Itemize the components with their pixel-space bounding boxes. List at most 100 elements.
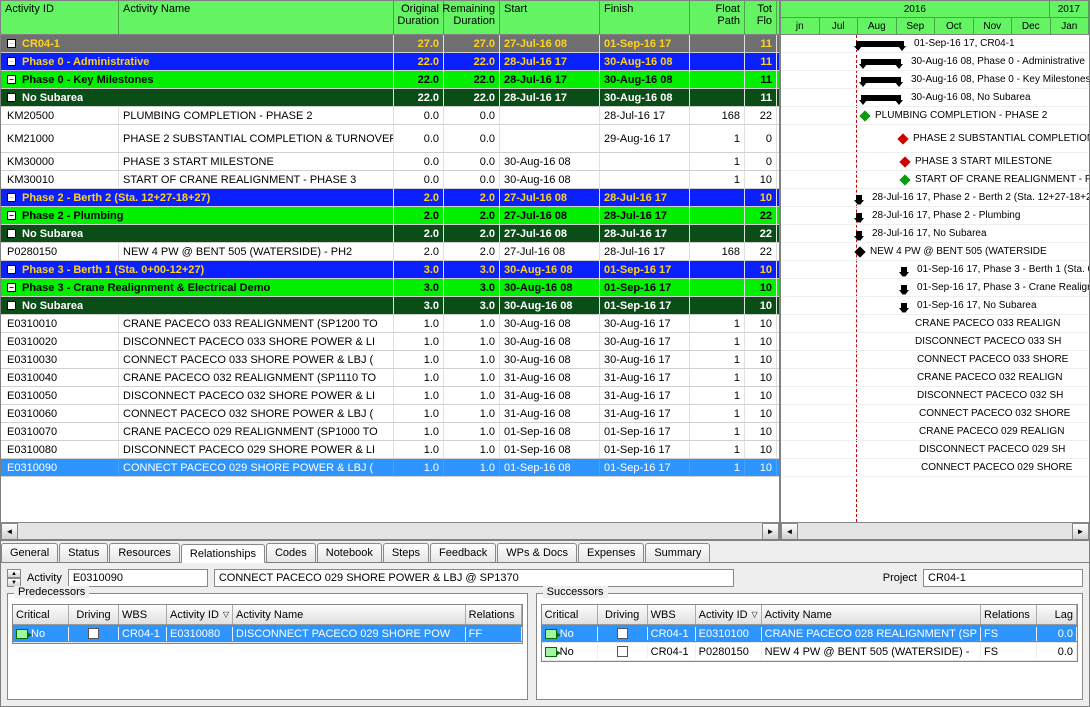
summary-band[interactable]: −Phase 2 - Plumbing2.02.027-Jul-16 0828-… (1, 207, 779, 225)
gantt-row[interactable]: START OF CRANE REALIGNMENT - P (781, 171, 1089, 189)
col-driving[interactable]: Driving (598, 605, 648, 624)
collapse-toggle[interactable]: − (7, 301, 16, 310)
collapse-toggle[interactable]: − (7, 229, 16, 238)
col-activity-id[interactable]: Activity ID▽ (167, 605, 233, 624)
col-driving[interactable]: Driving (69, 605, 119, 624)
tab-resources[interactable]: Resources (109, 543, 180, 562)
activity-row[interactable]: E0310020DISCONNECT PACECO 033 SHORE POWE… (1, 333, 779, 351)
activity-row[interactable]: E0310090CONNECT PACECO 029 SHORE POWER &… (1, 459, 779, 477)
gantt-row[interactable]: DISCONNECT PACECO 029 SH (781, 441, 1089, 459)
col-critical[interactable]: Critical (13, 605, 69, 624)
gantt-row[interactable]: 01-Sep-16 17, Phase 3 - Berth 1 (Sta. 0 (781, 261, 1089, 279)
summary-band[interactable]: −Phase 0 - Administrative22.022.028-Jul-… (1, 53, 779, 71)
collapse-toggle[interactable]: − (7, 283, 16, 292)
gantt-row[interactable]: 30-Aug-16 08, Phase 0 - Administrative (781, 53, 1089, 71)
collapse-toggle[interactable]: − (7, 93, 16, 102)
tab-summary[interactable]: Summary (645, 543, 710, 562)
col-wbs[interactable]: WBS (119, 605, 167, 624)
scroll-left-button[interactable]: ◄ (781, 523, 798, 540)
collapse-toggle[interactable]: − (7, 57, 16, 66)
gantt-row[interactable]: 01-Sep-16 17, No Subarea (781, 297, 1089, 315)
summary-band[interactable]: −No Subarea2.02.027-Jul-16 0828-Jul-16 1… (1, 225, 779, 243)
gantt-row[interactable]: 28-Jul-16 17, Phase 2 - Plumbing (781, 207, 1089, 225)
col-start[interactable]: Start (500, 1, 600, 34)
grid-hscroll[interactable]: ◄ ► (1, 522, 779, 539)
driving-checkbox[interactable] (617, 646, 628, 657)
tab-general[interactable]: General (1, 543, 58, 562)
collapse-toggle[interactable]: − (7, 193, 16, 202)
summary-band[interactable]: −CR04-127.027.027-Jul-16 0801-Sep-16 171… (1, 35, 779, 53)
tab-feedback[interactable]: Feedback (430, 543, 496, 562)
col-activity-name[interactable]: Activity Name (762, 605, 981, 624)
gantt-row[interactable]: CRANE PACECO 029 REALIGN (781, 423, 1089, 441)
collapse-toggle[interactable]: − (7, 39, 16, 48)
activity-row[interactable]: E0310040CRANE PACECO 032 REALIGNMENT (SP… (1, 369, 779, 387)
activity-row[interactable]: KM21000PHASE 2 SUBSTANTIAL COMPLETION & … (1, 125, 779, 153)
gantt-row[interactable]: CRANE PACECO 033 REALIGN (781, 315, 1089, 333)
activity-name-field[interactable]: CONNECT PACECO 029 SHORE POWER & LBJ @ S… (214, 569, 734, 587)
relationship-row[interactable]: No ✓ CR04-1 E0310080 DISCONNECT PACECO 0… (13, 625, 522, 643)
project-field[interactable]: CR04-1 (923, 569, 1083, 587)
predecessors-grid[interactable]: Critical Driving WBS Activity ID▽ Activi… (12, 604, 523, 644)
driving-checkbox[interactable]: ✓ (617, 628, 628, 639)
successors-grid[interactable]: Critical Driving WBS Activity ID▽ Activi… (541, 604, 1078, 662)
gantt-row[interactable]: 30-Aug-16 08, Phase 0 - Key Milestones (781, 71, 1089, 89)
gantt-hscroll[interactable]: ◄ ► (781, 522, 1089, 539)
grid-rows[interactable]: −CR04-127.027.027-Jul-16 0801-Sep-16 171… (1, 35, 779, 522)
gantt-row[interactable]: CRANE PACECO 032 REALIGN (781, 369, 1089, 387)
scroll-left-button[interactable]: ◄ (1, 523, 18, 540)
tab-expenses[interactable]: Expenses (578, 543, 644, 562)
activity-row[interactable]: P0280150NEW 4 PW @ BENT 505 (WATERSIDE) … (1, 243, 779, 261)
col-lag[interactable]: Lag (1037, 605, 1077, 624)
summary-band[interactable]: −Phase 2 - Berth 2 (Sta. 12+27-18+27)2.0… (1, 189, 779, 207)
gantt-row[interactable]: 28-Jul-16 17, No Subarea (781, 225, 1089, 243)
gantt-row[interactable]: PHASE 2 SUBSTANTIAL COMPLETION (781, 125, 1089, 153)
gantt-row[interactable]: 28-Jul-16 17, Phase 2 - Berth 2 (Sta. 12… (781, 189, 1089, 207)
activity-row[interactable]: E0310060CONNECT PACECO 032 SHORE POWER &… (1, 405, 779, 423)
collapse-toggle[interactable]: − (7, 75, 16, 84)
gantt-row[interactable]: DISCONNECT PACECO 032 SH (781, 387, 1089, 405)
activity-row[interactable]: KM30000PHASE 3 START MILESTONE0.00.030-A… (1, 153, 779, 171)
activity-row[interactable]: KM30010START OF CRANE REALIGNMENT - PHAS… (1, 171, 779, 189)
col-activity-name[interactable]: Activity Name (233, 605, 466, 624)
tab-relationships[interactable]: Relationships (181, 544, 265, 563)
col-float-path[interactable]: Float Path (690, 1, 745, 34)
tab-status[interactable]: Status (59, 543, 108, 562)
col-original-duration[interactable]: Original Duration (394, 1, 444, 34)
col-total-float[interactable]: Tot Flo (745, 1, 777, 34)
relationship-row[interactable]: No CR04-1 P0280150 NEW 4 PW @ BENT 505 (… (542, 643, 1077, 661)
activity-row[interactable]: E0310080DISCONNECT PACECO 029 SHORE POWE… (1, 441, 779, 459)
col-activity-id[interactable]: Activity ID▽ (696, 605, 762, 624)
driving-checkbox[interactable]: ✓ (88, 628, 99, 639)
gantt-row[interactable]: PLUMBING COMPLETION - PHASE 2 (781, 107, 1089, 125)
activity-row[interactable]: E0310010CRANE PACECO 033 REALIGNMENT (SP… (1, 315, 779, 333)
activity-row[interactable]: E0310030CONNECT PACECO 033 SHORE POWER &… (1, 351, 779, 369)
tab-wps-docs[interactable]: WPs & Docs (497, 543, 577, 562)
activity-row[interactable]: KM20500PLUMBING COMPLETION - PHASE 20.00… (1, 107, 779, 125)
step-up-button[interactable]: ▲ (7, 569, 21, 578)
scroll-right-button[interactable]: ► (1072, 523, 1089, 540)
gantt-row[interactable]: CONNECT PACECO 033 SHORE (781, 351, 1089, 369)
gantt-row[interactable]: 01-Sep-16 17, Phase 3 - Crane Realign (781, 279, 1089, 297)
tab-steps[interactable]: Steps (383, 543, 429, 562)
col-critical[interactable]: Critical (542, 605, 598, 624)
collapse-toggle[interactable]: − (7, 265, 16, 274)
col-activity-name[interactable]: Activity Name (119, 1, 394, 34)
col-activity-id[interactable]: Activity ID (1, 1, 119, 34)
gantt-row[interactable]: 30-Aug-16 08, No Subarea (781, 89, 1089, 107)
col-relations[interactable]: Relations (981, 605, 1037, 624)
scroll-right-button[interactable]: ► (762, 523, 779, 540)
activity-stepper[interactable]: ▲ ▼ (7, 569, 21, 587)
collapse-toggle[interactable]: − (7, 211, 16, 220)
gantt-row[interactable]: PHASE 3 START MILESTONE (781, 153, 1089, 171)
gantt-row[interactable]: 01-Sep-16 17, CR04-1 (781, 35, 1089, 53)
summary-band[interactable]: −Phase 3 - Crane Realignment & Electrica… (1, 279, 779, 297)
col-relations[interactable]: Relations (466, 605, 522, 624)
col-wbs[interactable]: WBS (648, 605, 696, 624)
summary-band[interactable]: −No Subarea22.022.028-Jul-16 1730-Aug-16… (1, 89, 779, 107)
activity-row[interactable]: E0310050DISCONNECT PACECO 032 SHORE POWE… (1, 387, 779, 405)
gantt-row[interactable]: CONNECT PACECO 029 SHORE (781, 459, 1089, 477)
summary-band[interactable]: −Phase 0 - Key Milestones22.022.028-Jul-… (1, 71, 779, 89)
gantt-row[interactable]: CONNECT PACECO 032 SHORE (781, 405, 1089, 423)
relationship-row[interactable]: No ✓ CR04-1 E0310100 CRANE PACECO 028 RE… (542, 625, 1077, 643)
